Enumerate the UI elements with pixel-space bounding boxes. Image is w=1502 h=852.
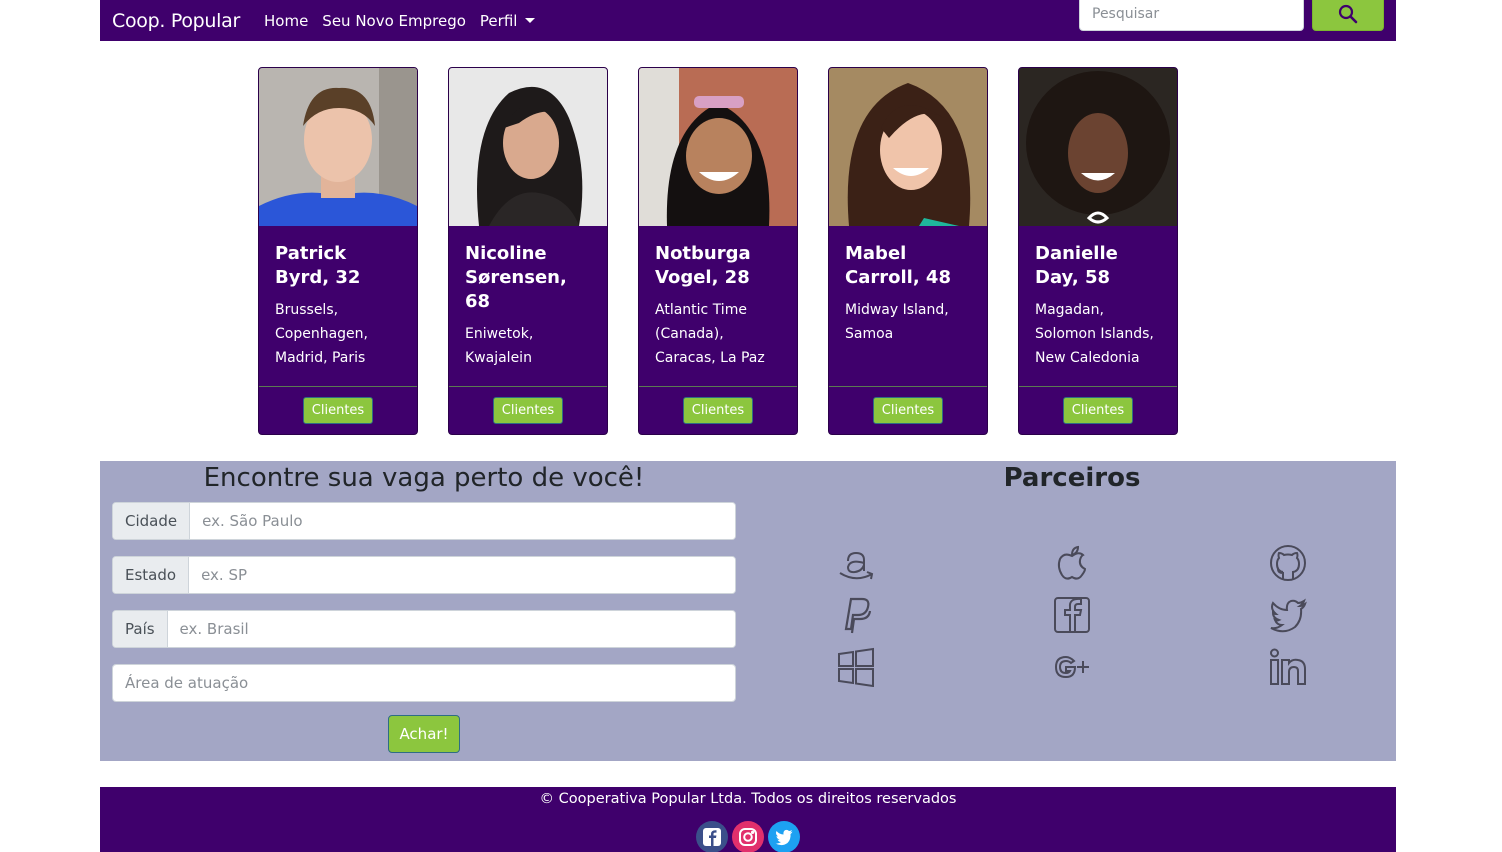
clientes-button[interactable]: Clientes [302, 397, 374, 424]
country-input[interactable] [167, 611, 735, 647]
state-input-group: Estado [112, 556, 736, 594]
profile-card: Mabel Carroll, 48 Midway Island, Samoa C… [828, 67, 988, 435]
card-name: Notburga Vogel, 28 [655, 243, 751, 288]
card-body: Nicoline Sørensen, 68 Eniwetok, Kwajalei… [449, 226, 607, 386]
nav-perfil-dropdown[interactable]: Perfil [480, 12, 536, 30]
footer-copyright: © Cooperativa Popular Ltda. Todos os dir… [539, 791, 957, 807]
card-name: Danielle Day, 58 [1035, 243, 1118, 288]
navbar: Coop. Popular Home Seu Novo Emprego Perf… [100, 0, 1396, 41]
card-location: Atlantic Time (Canada), Caracas, La Paz [655, 302, 765, 366]
twitter-social-icon[interactable] [768, 821, 800, 852]
state-input[interactable] [189, 557, 735, 593]
github-icon[interactable] [1268, 543, 1308, 583]
state-label: Estado [113, 557, 190, 593]
linkedin-icon[interactable] [1268, 647, 1308, 687]
profile-photo [449, 68, 607, 226]
profile-cards: Patrick Byrd, 32 Brussels, Copenhagen, M… [258, 67, 1178, 435]
search-input[interactable] [1079, 0, 1304, 31]
finder-title: Encontre sua vaga perto de você! [203, 463, 645, 493]
twitter-icon[interactable] [1268, 595, 1308, 635]
footer: © Cooperativa Popular Ltda. Todos os dir… [100, 787, 1396, 852]
search-form [1079, 0, 1384, 31]
clientes-button[interactable]: Clientes [492, 397, 564, 424]
card-location: Magadan, Solomon Islands, New Caledonia [1035, 302, 1154, 366]
card-body: Notburga Vogel, 28 Atlantic Time (Canada… [639, 226, 797, 386]
card-footer: Clientes [449, 386, 607, 434]
card-name: Mabel Carroll, 48 [845, 243, 951, 288]
profile-card: Nicoline Sørensen, 68 Eniwetok, Kwajalei… [448, 67, 608, 435]
card-footer: Clientes [829, 386, 987, 434]
nav-home[interactable]: Home [264, 12, 308, 30]
facebook-social-icon[interactable] [696, 821, 728, 852]
card-body: Danielle Day, 58 Magadan, Solomon Island… [1019, 226, 1177, 386]
nav-perfil-label: Perfil [479, 11, 518, 30]
country-input-group: País [112, 610, 736, 648]
card-location: Midway Island, Samoa [845, 302, 949, 342]
clientes-button[interactable]: Clientes [682, 397, 754, 424]
card-body: Patrick Byrd, 32 Brussels, Copenhagen, M… [259, 226, 417, 386]
clientes-button[interactable]: Clientes [872, 397, 944, 424]
nav-seu-novo-emprego[interactable]: Seu Novo Emprego [322, 12, 466, 30]
achar-button[interactable]: Achar! [388, 715, 460, 753]
search-icon [1338, 4, 1358, 23]
profile-photo [259, 68, 417, 226]
brand[interactable]: Coop. Popular [112, 10, 240, 32]
card-footer: Clientes [639, 386, 797, 434]
city-input[interactable] [190, 503, 735, 539]
nav-links: Home Seu Novo Emprego Perfil [264, 12, 536, 30]
card-footer: Clientes [259, 386, 417, 434]
apple-icon[interactable] [1052, 543, 1092, 583]
profile-card: Danielle Day, 58 Magadan, Solomon Island… [1018, 67, 1178, 435]
city-label: Cidade [113, 503, 191, 539]
social-links [696, 821, 800, 852]
facebook-icon[interactable] [1052, 595, 1092, 635]
partners-title: Parceiros [1003, 463, 1141, 493]
windows-icon[interactable] [836, 647, 876, 688]
card-location: Eniwetok, Kwajalein [465, 326, 534, 366]
area-input[interactable] [113, 665, 735, 701]
profile-photo [639, 68, 797, 226]
profile-photo [1019, 68, 1177, 226]
amazon-icon[interactable] [836, 543, 876, 583]
profile-card: Patrick Byrd, 32 Brussels, Copenhagen, M… [258, 67, 418, 435]
google-plus-icon[interactable] [1052, 647, 1092, 687]
paypal-icon[interactable] [836, 595, 876, 635]
area-input-group [112, 664, 736, 702]
country-label: País [113, 611, 168, 647]
city-input-group: Cidade [112, 502, 736, 540]
card-footer: Clientes [1019, 386, 1177, 434]
card-location: Brussels, Copenhagen, Madrid, Paris [275, 302, 368, 366]
profile-card: Notburga Vogel, 28 Atlantic Time (Canada… [638, 67, 798, 435]
search-button[interactable] [1312, 0, 1384, 31]
card-name: Patrick Byrd, 32 [275, 243, 361, 288]
card-body: Mabel Carroll, 48 Midway Island, Samoa [829, 226, 987, 386]
caret-down-icon [525, 18, 536, 23]
job-finder-section: Encontre sua vaga perto de você! Cidade … [100, 461, 1396, 761]
clientes-button[interactable]: Clientes [1062, 397, 1134, 424]
profile-photo [829, 68, 987, 226]
card-name: Nicoline Sørensen, 68 [465, 243, 567, 312]
instagram-social-icon[interactable] [732, 821, 764, 852]
